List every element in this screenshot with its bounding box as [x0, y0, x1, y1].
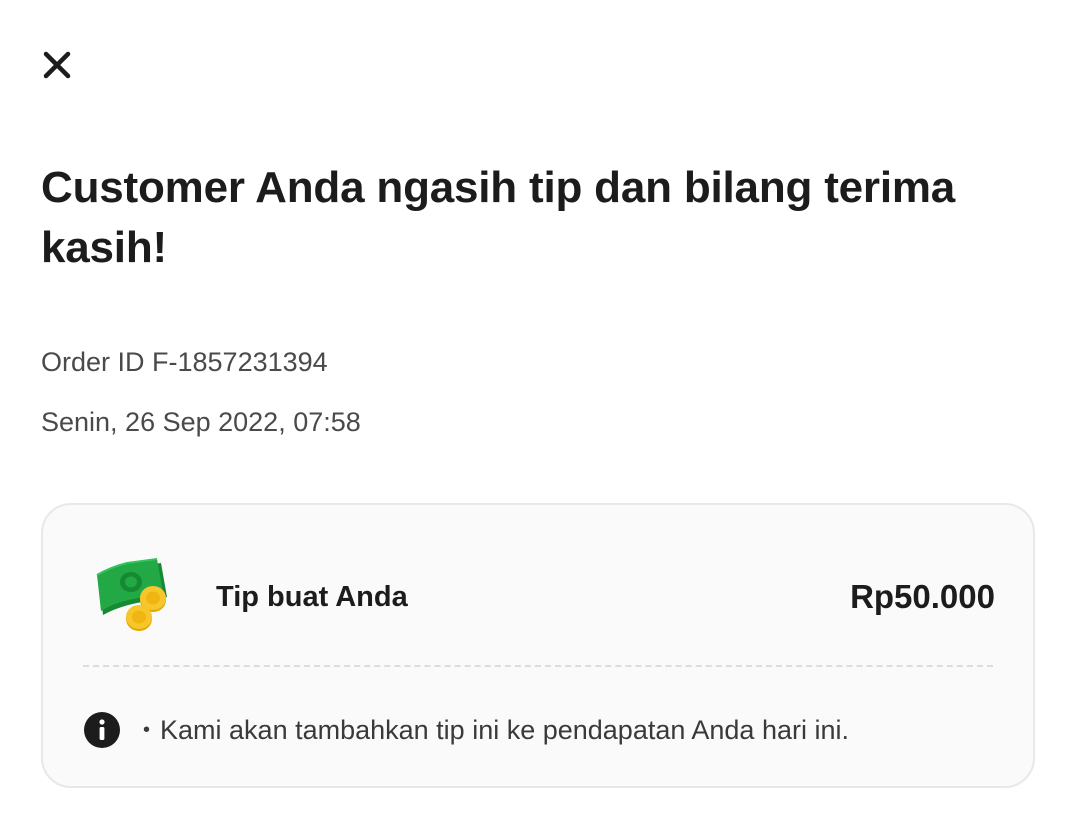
close-button[interactable] — [38, 46, 76, 84]
page-title: Customer Anda ngasih tip dan bilang teri… — [41, 163, 956, 272]
info-icon — [84, 712, 120, 748]
order-datetime: Senin, 26 Sep 2022, 07:58 — [41, 407, 361, 437]
order-id: Order ID F-1857231394 — [41, 347, 328, 377]
tip-label: Tip buat Anda — [216, 581, 408, 613]
dashed-divider — [83, 665, 993, 667]
info-note-text: Kami akan tambahkan tip ini ke pendapata… — [160, 715, 849, 745]
info-note: • Kami akan tambahkan tip ini ke pendapat… — [143, 712, 849, 751]
close-icon — [43, 51, 71, 79]
tip-card: Tip buat Anda Rp50.000 • Kami akan tambah… — [41, 503, 1035, 788]
money-coins-icon — [96, 558, 167, 631]
bullet: • — [143, 719, 151, 741]
tip-amount: Rp50.000 — [850, 578, 995, 615]
